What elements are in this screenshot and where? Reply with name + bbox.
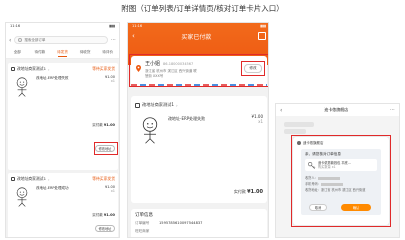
battery-icon: ▮▮▮: [260, 24, 266, 28]
title-bar: ‹ 买家已付款: [128, 31, 268, 41]
product-name: 改地址-ERP处理成功: [36, 186, 69, 190]
tab-to-pay[interactable]: 待付款: [29, 47, 52, 58]
info-key: 旺旺商家: [135, 229, 150, 233]
chevron-right-icon: ›: [48, 176, 50, 182]
order-info-title: 订单信息: [135, 213, 153, 218]
tab-all[interactable]: 全部: [6, 47, 29, 58]
product-name: 改地址-ERP处理失败: [36, 76, 69, 80]
order-state: 等待买家发货: [92, 176, 115, 181]
paid-value: ¥1.00: [247, 189, 263, 195]
status-bar: 11:16 ▮▮▮: [6, 23, 119, 33]
order-list-screen: 11:16 ▮▮▮ ‹ ⋯ 全部 待付款 待发货 待收货 待评价 改地址商家测试…: [5, 22, 120, 238]
chat-screen: ‹ 迪卡侬旗舰店 ⋯ 迪卡侬旗舰店 亲，请您核对订单信息 迪卡侬男款钱包 平底.…: [275, 103, 400, 238]
scan-icon[interactable]: [257, 32, 266, 40]
product-thumbnail: [142, 117, 158, 144]
shop-row: 改地址商家测试1 › 等待买家发货: [8, 63, 118, 72]
order-detail-screen: 11:16 ▮▮▮ ‹ 买家已付款 王小姐 86-18000034567 浙江省 …: [127, 22, 269, 238]
tab-to-receive[interactable]: 待收货: [74, 47, 97, 58]
more-icon[interactable]: ⋯: [111, 37, 116, 43]
shop-icon: [11, 67, 15, 71]
order-item[interactable]: 改地址-ERP处理失败 ¥1.00 x1: [131, 114, 267, 144]
status-bar: 11:16 ▮▮▮: [128, 23, 268, 31]
chat-message-placeholder: [284, 122, 314, 127]
quantity: x1: [110, 189, 115, 193]
order-card: 改地址商家测试1 › 改地址-ERP处理失败 ¥1.00 x1 实付款 ¥1.0: [131, 96, 267, 203]
highlight-box: [94, 142, 118, 155]
info-row: 订单编号 1595785610097544837: [135, 221, 263, 226]
chevron-right-icon: ›: [175, 102, 178, 108]
chat-title: 迪卡侬旗舰店: [324, 107, 349, 112]
paid-label: 实付款: [92, 123, 103, 127]
chat-nav: ‹ 迪卡侬旗舰店 ⋯: [276, 104, 399, 116]
product-price: ¥1.00 x1: [252, 114, 263, 144]
order-item[interactable]: 改地址-ERP处理成功 ¥1.00 x1: [8, 182, 118, 210]
battery-icon: ▮▮▮: [109, 24, 115, 28]
paid-value: ¥1.00: [103, 213, 115, 217]
back-icon[interactable]: ‹: [9, 37, 11, 44]
quantity: x1: [258, 119, 263, 124]
status-time: 11:16: [132, 24, 143, 28]
shop-row[interactable]: 改地址商家测试1 ›: [131, 96, 267, 114]
chevron-right-icon: ›: [48, 66, 50, 72]
status-time: 11:16: [10, 24, 21, 28]
page-title: 买家已付款: [181, 33, 212, 41]
figure-caption: 附图（订单列表/订单详情页/核对订单卡片入口）: [121, 4, 284, 13]
product-thumbnail: [16, 77, 28, 97]
paid-amount: 实付款 ¥1.00: [92, 123, 115, 128]
quantity: x1: [110, 79, 115, 83]
order-info: 订单信息 订单编号 1595785610097544837 旺旺商家: [131, 209, 267, 237]
search-bar: ‹ ⋯: [6, 33, 119, 47]
order-state: 等待买家发货: [92, 66, 115, 71]
product-price: ¥1.00 x1: [105, 185, 115, 207]
page: 附图（订单列表/订单详情页/核对订单卡片入口） 11:16 ▮▮▮ ‹ ⋯ 全部…: [0, 0, 405, 240]
shop-name[interactable]: 改地址商家测试1: [17, 66, 46, 72]
product-price: ¥1.00 x1: [105, 75, 115, 97]
shop-name: 改地址商家测试1: [142, 102, 174, 107]
paid-label: 实付款: [92, 213, 103, 217]
order-card[interactable]: 改地址商家测试1 › 等待买家发货 改地址-ERP处理失败 ¥1.00 x1 实: [8, 63, 118, 170]
order-tabs: 全部 待付款 待发货 待收货 待评价: [6, 47, 119, 59]
order-card[interactable]: 改地址商家测试1 › 等待买家发货 改地址-ERP处理成功 ¥1.00 x1 实: [8, 173, 118, 237]
paid-amount: 实付款 ¥1.00: [234, 189, 263, 195]
info-value[interactable]: 1595785610097544837: [159, 221, 202, 226]
back-icon[interactable]: ‹: [132, 32, 135, 40]
info-key: 订单编号: [135, 221, 150, 225]
highlight-box: [291, 135, 391, 227]
search-input[interactable]: [24, 38, 85, 42]
shop-icon: [135, 102, 140, 108]
product-thumbnail: [16, 187, 28, 207]
highlight-box: [129, 54, 268, 87]
search-box[interactable]: [14, 36, 108, 44]
modify-address-button[interactable]: 修改地址: [95, 225, 115, 232]
shop-icon: [11, 177, 15, 181]
product-name: 改地址-ERP处理失败: [168, 116, 206, 121]
info-row: 旺旺商家: [135, 229, 263, 234]
chat-message-placeholder: [284, 129, 306, 134]
shop-name[interactable]: 改地址商家测试1: [17, 176, 46, 182]
shop-row: 改地址商家测试1 › 等待买家发货: [8, 173, 118, 182]
search-icon: [18, 38, 23, 42]
order-item[interactable]: 改地址-ERP处理失败 ¥1.00 x1: [8, 72, 118, 100]
paid-label: 实付款: [233, 189, 246, 194]
tab-to-review[interactable]: 待评价: [96, 47, 119, 58]
paid-value: ¥1.00: [103, 123, 115, 127]
more-icon[interactable]: ⋯: [390, 107, 395, 113]
tab-to-ship[interactable]: 待发货: [51, 47, 74, 58]
paid-amount: 实付款 ¥1.00: [92, 213, 115, 218]
